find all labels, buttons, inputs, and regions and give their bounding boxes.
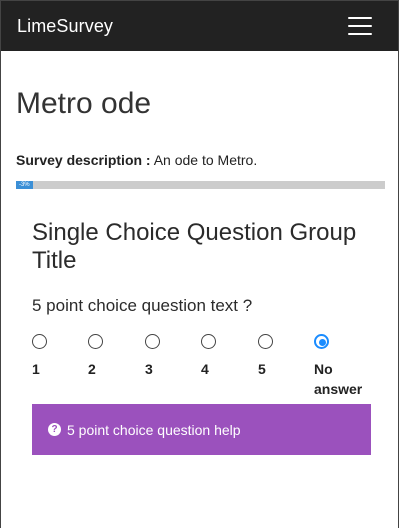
choice-option-1[interactable]: 1 [32, 334, 47, 379]
hamburger-menu-icon[interactable] [348, 17, 372, 35]
main-content: Metro ode Survey description : An ode to… [1, 87, 398, 455]
brand-logo-text[interactable]: LimeSurvey [17, 16, 113, 37]
menu-bar [348, 25, 372, 27]
radio-button[interactable] [145, 334, 160, 349]
menu-bar [348, 17, 372, 19]
choice-option-5[interactable]: 5 [258, 334, 273, 379]
question-group: Single Choice Question Group Title 5 poi… [16, 219, 383, 455]
progress-bar: -3% [16, 181, 385, 189]
choice-option-no-answer[interactable]: No answer [314, 334, 362, 399]
choice-list: 1 2 3 4 5 No answer [32, 334, 367, 404]
group-title: Single Choice Question Group Title [32, 219, 357, 274]
choice-label[interactable]: 4 [201, 359, 216, 379]
radio-button[interactable] [201, 334, 216, 349]
question-help-box: ? 5 point choice question help [32, 404, 371, 455]
progress-bar-fill: -3% [16, 181, 33, 189]
choice-label[interactable]: 3 [145, 359, 160, 379]
choice-label[interactable]: 5 [258, 359, 273, 379]
question-help-text: 5 point choice question help [67, 421, 241, 438]
choice-option-2[interactable]: 2 [88, 334, 103, 379]
choice-label[interactable]: 1 [32, 359, 47, 379]
question-text: 5 point choice question text ? [32, 296, 253, 315]
radio-button[interactable] [88, 334, 103, 349]
choice-label[interactable]: 2 [88, 359, 103, 379]
navbar: LimeSurvey [1, 1, 398, 51]
menu-bar [348, 33, 372, 35]
survey-title: Metro ode [16, 87, 152, 120]
radio-button[interactable] [32, 334, 47, 349]
choice-option-3[interactable]: 3 [145, 334, 160, 379]
survey-description: Survey description : An ode to Metro. [16, 151, 383, 169]
choice-label[interactable]: No answer [314, 359, 362, 399]
radio-button[interactable] [258, 334, 273, 349]
choice-option-4[interactable]: 4 [201, 334, 216, 379]
survey-description-label: Survey description : [16, 152, 151, 168]
choice-label-line1: No [314, 361, 333, 377]
choice-label-line2: answer [314, 381, 363, 397]
survey-description-text: An ode to Metro. [153, 152, 258, 168]
radio-button-selected[interactable] [314, 334, 329, 349]
page-frame: LimeSurvey Metro ode Survey description … [0, 0, 399, 528]
question-circle-icon: ? [48, 422, 61, 436]
